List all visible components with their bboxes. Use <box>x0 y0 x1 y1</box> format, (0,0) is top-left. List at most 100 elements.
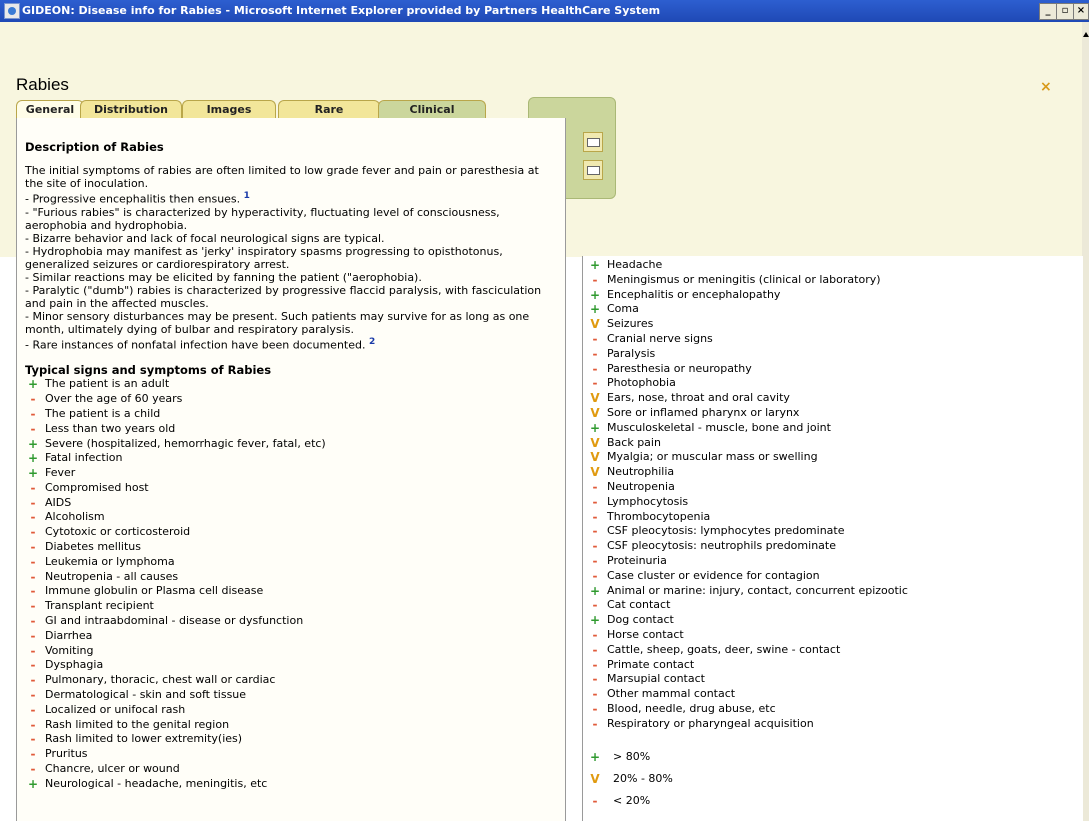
list-item: - Rash limited to lower extremity(ies) <box>25 732 555 747</box>
symptoms-heading: Typical signs and symptoms of Rabies <box>25 363 272 378</box>
list-item: - Chancre, ulcer or wound <box>25 762 555 777</box>
tab-distribution[interactable]: Distribution <box>80 100 182 119</box>
description-paragraph: The initial symptoms of rabies are often… <box>25 164 539 190</box>
list-item: V Ears, nose, throat and oral cavity <box>590 391 790 406</box>
list-item: V Neutrophilia <box>590 465 675 480</box>
list-item: - Paresthesia or neuropathy <box>587 362 908 377</box>
close-window-button[interactable]: × <box>1073 3 1089 20</box>
list-item: - Dermatological - skin and soft tissue <box>25 688 555 703</box>
list-item: + The patient is an adult <box>27 377 170 392</box>
vertical-scrollbar[interactable] <box>1082 22 1089 821</box>
legend-item: + > 80% <box>587 746 908 768</box>
frequency-marker: - <box>592 716 598 731</box>
general-tab-panel: Description of Rabies The initial sympto… <box>16 118 566 821</box>
list-item: - Other mammal contact <box>587 687 908 702</box>
tab-clinical[interactable]: Clinical <box>378 100 486 119</box>
frequency-marker: - <box>30 673 36 688</box>
list-item: - Vomiting <box>25 644 555 659</box>
frequency-marker: - <box>30 554 36 569</box>
frequency-marker: + <box>27 377 39 392</box>
frequency-marker: - <box>30 762 36 777</box>
frequency-marker: - <box>30 643 36 658</box>
frequency-marker: V <box>590 435 600 450</box>
tab-general[interactable]: General <box>16 100 84 119</box>
frequency-marker: - <box>592 376 598 391</box>
list-item: + Fatal infection <box>27 451 123 466</box>
frequency-marker: + <box>27 451 39 466</box>
list-item: - Over the age of 60 years <box>25 392 555 407</box>
scroll-up-icon[interactable] <box>1083 32 1089 37</box>
page-title: Rabies <box>16 75 69 94</box>
frequency-marker: - <box>592 539 598 554</box>
frequency-marker: - <box>30 688 36 703</box>
description-paragraph: - "Furious rabies" is characterized by h… <box>25 205 500 232</box>
frequency-marker: - <box>30 525 36 540</box>
frequency-marker: - <box>30 392 36 407</box>
list-item: - Lymphocytosis <box>587 495 908 510</box>
description-paragraph: - Hydrophobia may manifest as 'jerky' in… <box>25 244 503 271</box>
frequency-marker: - <box>30 599 36 614</box>
frequency-marker: - <box>30 421 36 436</box>
symptom-list-right: + Headache - Meningismus or meningitis (cl… <box>587 258 908 732</box>
close-icon[interactable]: × <box>1040 79 1052 95</box>
list-item: V Sore or inflamed pharynx or larynx <box>590 405 800 420</box>
description-paragraph: - Rare instances of nonfatal infection h… <box>25 336 376 352</box>
tab-images[interactable]: Images <box>182 100 276 119</box>
frequency-marker: - <box>592 793 598 808</box>
frequency-marker: - <box>592 346 598 361</box>
list-item: - Transplant recipient <box>25 599 555 614</box>
frequency-legend: + > 80% V 20% - 80% - < 20% <box>587 746 908 812</box>
frequency-marker: - <box>592 494 598 509</box>
frequency-marker: V <box>590 771 600 786</box>
list-item: - Pulmonary, thoracic, chest wall or card… <box>25 673 555 688</box>
frequency-marker: - <box>30 614 36 629</box>
footnote-link[interactable]: 1 <box>244 191 250 201</box>
maximize-button[interactable]: ▫ <box>1056 3 1074 20</box>
legend-item: - < 20% <box>587 790 908 812</box>
frequency-marker: - <box>592 509 598 524</box>
list-item: - Case cluster or evidence for contagion <box>587 569 908 584</box>
list-item: - Cat contact <box>587 598 908 613</box>
frequency-marker: - <box>30 406 36 421</box>
frequency-marker: V <box>590 450 600 465</box>
list-item: - CSF pleocytosis: neutrophils predominat… <box>587 539 908 554</box>
list-item: - Cattle, sheep, goats, deer, swine - con… <box>587 643 908 658</box>
list-item: - Alcoholism <box>25 510 555 525</box>
tab-rare[interactable]: Rare <box>278 100 380 119</box>
frequency-marker: - <box>30 540 36 555</box>
frequency-marker: V <box>590 317 600 332</box>
frequency-marker: + <box>589 287 601 302</box>
list-item: V Seizures <box>590 317 654 332</box>
list-item: - Diabetes mellitus <box>25 540 555 555</box>
list-item: - Horse contact <box>587 628 908 643</box>
list-item: + Encephalitis or encephalopathy <box>589 287 781 302</box>
footnote-link[interactable]: 2 <box>369 337 375 347</box>
frequency-marker: - <box>30 495 36 510</box>
list-item: V Myalgia; or muscular mass or swelling <box>590 450 818 465</box>
frequency-marker: + <box>27 776 39 791</box>
window-title: GIDEON: Disease info for Rabies - Micros… <box>22 4 661 17</box>
frequency-marker: - <box>30 510 36 525</box>
list-item: + Severe (hospitalized, hemorrhagic fever… <box>27 436 326 451</box>
email-button[interactable] <box>583 160 603 180</box>
frequency-marker: - <box>30 569 36 584</box>
minimize-button[interactable]: _ <box>1039 3 1057 20</box>
list-item: - Thrombocytopenia <box>587 510 908 525</box>
list-item: - Leukemia or lymphoma <box>25 555 555 570</box>
frequency-marker: + <box>589 258 601 272</box>
frequency-marker: - <box>30 717 36 732</box>
list-item: - Proteinuria <box>587 554 908 569</box>
list-item: - Rash limited to the genital region <box>25 718 555 733</box>
frequency-marker: - <box>30 584 36 599</box>
frequency-marker: - <box>30 658 36 673</box>
list-item: - Localized or unifocal rash <box>25 703 555 718</box>
list-item: - AIDS <box>25 496 555 511</box>
list-item: - Respiratory or pharyngeal acquisition <box>587 717 908 732</box>
frequency-marker: - <box>592 701 598 716</box>
list-item: - Cytotoxic or corticosteroid <box>25 525 555 540</box>
list-item: + Neurological - headache, meningitis, et… <box>27 776 268 791</box>
symptom-list-left: + The patient is an adult - Over the age o… <box>25 377 555 791</box>
print-button[interactable] <box>583 132 603 152</box>
frequency-marker: - <box>592 479 598 494</box>
frequency-marker: - <box>592 568 598 583</box>
